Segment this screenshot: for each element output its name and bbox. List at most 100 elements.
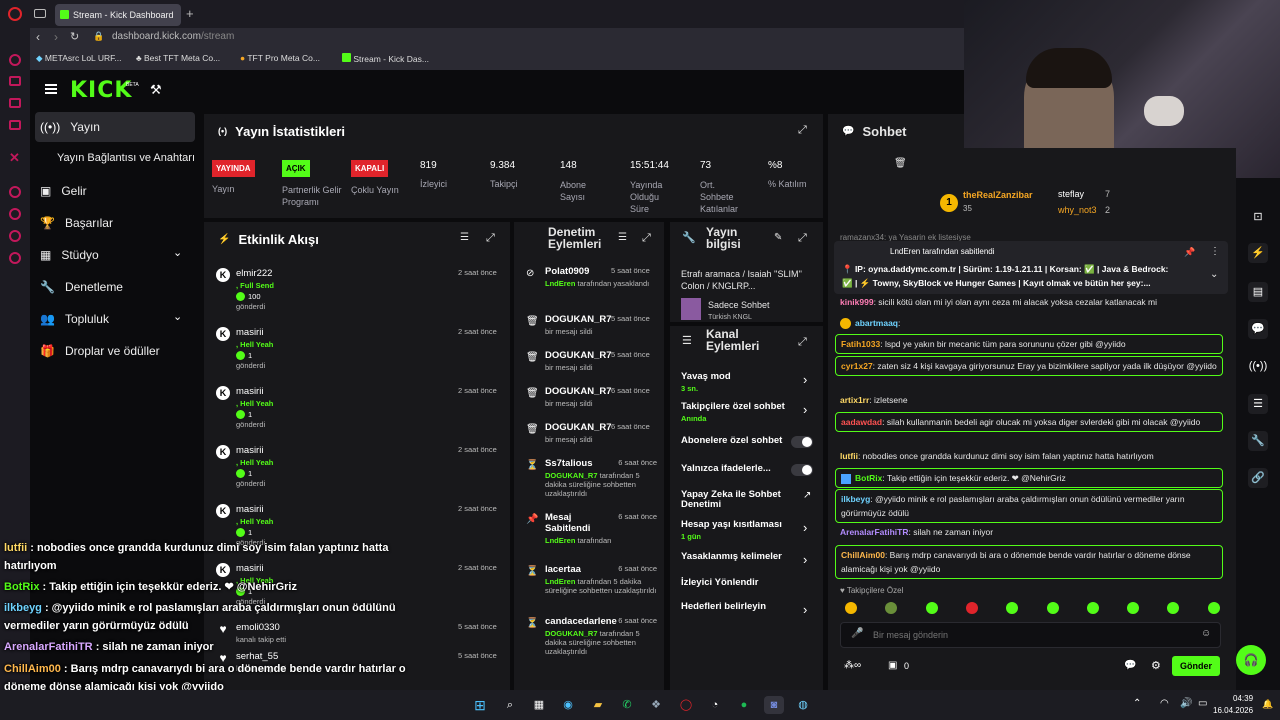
broadcast-rail-icon[interactable]: ((•)) <box>1248 356 1268 376</box>
chat-message[interactable]: ilkbeyg: @yyiido minik e rol paslamışlar… <box>835 489 1223 523</box>
leader-name[interactable]: steflay <box>1058 189 1084 199</box>
chevron-down-icon[interactable]: ⌄ <box>1210 269 1218 280</box>
chat-bubble-icon[interactable]: 💬 <box>1124 660 1136 671</box>
moderator-name[interactable]: LndEren <box>545 536 575 545</box>
chat-message[interactable]: BotRix: Takip ettiğin için teşekkür eder… <box>835 468 1223 488</box>
chat-username[interactable]: kinik999 <box>840 297 874 307</box>
chat-message[interactable]: ArenalarFatihiTR: silah ne zaman iniyor <box>840 525 1224 539</box>
discord-icon[interactable]: ◙ <box>764 696 784 714</box>
chat-username[interactable]: abartmaaq <box>855 318 898 328</box>
emote-icon[interactable] <box>1207 602 1220 614</box>
chat-tools-icon[interactable]: ⁂∞ <box>844 660 861 671</box>
activity-user[interactable]: masirii <box>236 327 263 338</box>
expand-icon[interactable]: ⤢ <box>486 232 495 245</box>
link-rail-icon[interactable]: 🔗 <box>1248 468 1268 488</box>
chat-username[interactable]: BotRix <box>855 473 882 483</box>
moderator-name[interactable]: DOGUKAN_R7 <box>545 471 598 480</box>
chat-message[interactable]: artix1rr: izletsene <box>840 393 1224 407</box>
tab-stream-dashboard[interactable]: Stream - Kick Dashboard <box>55 4 181 26</box>
search-icon[interactable]: ⌕ <box>500 696 520 714</box>
sidebar-item-basarilar[interactable]: 🏆 Başarılar <box>40 216 113 230</box>
activity-user[interactable]: masirii <box>236 504 263 515</box>
forward-icon[interactable]: › <box>54 30 58 44</box>
sidebar-red-icon[interactable] <box>9 186 21 198</box>
tray-chevron-icon[interactable]: ⌃ <box>1133 698 1141 709</box>
chat-message[interactable]: cyr1x27: zaten siz 4 kişi kavgaya giriyo… <box>835 356 1223 376</box>
sidebar-item-topluluk[interactable]: 👥 Topluluk <box>40 312 109 326</box>
sidebar-red-icon[interactable] <box>9 208 21 220</box>
channel-action-item[interactable]: Yasaklanmış kelimeler › <box>681 552 816 576</box>
sidebar-red-icon[interactable] <box>9 76 21 86</box>
gear-icon[interactable]: ⚙ <box>1151 659 1161 672</box>
sidebar-item-denetleme[interactable]: 🔧 Denetleme <box>40 280 123 294</box>
chat-message[interactable]: Fatih1033: lspd ye yakın bir mecanic tüm… <box>835 334 1223 354</box>
sidebar-red-icon[interactable] <box>9 120 21 130</box>
record-icon[interactable]: ⊡ <box>1248 207 1268 227</box>
activity-user[interactable]: serhat_55 <box>236 651 278 662</box>
toggle-switch[interactable] <box>791 464 813 476</box>
opera-icon[interactable]: ◯ <box>676 696 696 714</box>
channel-action-item[interactable]: Hesap yaşı kısıtlaması 1 gün › <box>681 520 816 544</box>
emote-icon[interactable] <box>965 602 978 614</box>
spotify-icon[interactable]: ● <box>734 696 754 714</box>
chevron-down-icon[interactable]: ⌄ <box>173 310 182 323</box>
filter-icon[interactable]: ☰ <box>460 232 469 243</box>
chevron-right-icon[interactable]: › <box>803 372 807 387</box>
folder-icon[interactable]: ▰ <box>588 696 608 714</box>
sidebar-item-gelir[interactable]: ▣ Gelir <box>40 184 87 198</box>
moderation-user[interactable]: candacedarlene <box>545 616 617 627</box>
chat-username[interactable]: ArenalarFatihiTR <box>840 527 909 537</box>
filter-icon[interactable]: ☰ <box>618 232 627 243</box>
sidebar-item-yayin-row[interactable]: ((•)) Yayın <box>40 120 100 134</box>
chevron-right-icon[interactable]: › <box>803 552 807 567</box>
sidebar-red-icon[interactable] <box>9 98 21 108</box>
bookmark-0[interactable]: ◆ METAsrc LoL URF... <box>36 53 121 64</box>
bookmark-1[interactable]: ♣ Best TFT Meta Co... <box>136 53 220 63</box>
moderator-name[interactable]: LndEren <box>545 577 575 586</box>
x-icon[interactable]: ✕ <box>9 150 20 166</box>
edge-icon[interactable]: ◉ <box>558 696 578 714</box>
activity-user[interactable]: elmir222 <box>236 268 272 279</box>
moderation-user[interactable]: DOGUKAN_R7 <box>545 386 612 397</box>
sidebar-item-studyo[interactable]: ▦ Stüdyo <box>40 248 99 262</box>
chat-username[interactable]: ilkbeyg <box>841 494 870 504</box>
channel-action-item[interactable]: Takipçilere özel sohbet Anında › <box>681 402 816 426</box>
channel-action-item[interactable]: Yalnızca ifadelerle... <box>681 464 816 488</box>
chat-input[interactable] <box>873 628 1193 642</box>
chat-input-box[interactable]: 🎤 ☺ <box>840 622 1221 648</box>
emote-icon[interactable] <box>925 602 938 614</box>
channel-action-item[interactable]: Hedefleri belirleyin › <box>681 602 816 626</box>
browser-icon[interactable]: ◍ <box>793 696 813 714</box>
volume-icon[interactable]: 🔊 <box>1180 698 1192 709</box>
moderation-user[interactable]: DOGUKAN_R7 <box>545 422 612 433</box>
chat-message[interactable]: ChillAim00: Barış mdrp canavarıydı bi ar… <box>835 545 1223 579</box>
chevron-right-icon[interactable]: › <box>803 520 807 535</box>
firefox-icon[interactable] <box>8 7 22 21</box>
obs-icon[interactable]: ◔ <box>705 696 725 714</box>
chat-username[interactable]: cyr1x27 <box>841 361 873 371</box>
moderation-user[interactable]: DOGUKAN_R7 <box>545 314 612 325</box>
list-rail-icon[interactable]: ☰ <box>1248 394 1268 414</box>
sidebar-red-icon[interactable] <box>9 252 21 264</box>
activity-user[interactable]: masirii <box>236 445 263 456</box>
chat-username[interactable]: lutfii <box>840 451 858 461</box>
chat-username[interactable]: ChillAim00 <box>841 550 885 560</box>
app-icon[interactable]: ❖ <box>646 696 666 714</box>
channel-action-item[interactable]: Abonelere özel sohbet <box>681 436 816 460</box>
external-link-icon[interactable]: ↗ <box>803 490 811 501</box>
moderator-name[interactable]: DOGUKAN_R7 <box>545 629 598 638</box>
mic-icon[interactable]: 🎤 <box>851 628 863 639</box>
activity-user[interactable]: masirii <box>236 563 263 574</box>
trash-icon[interactable]: 🗑 <box>894 158 907 169</box>
moderator-name[interactable]: LndEren <box>545 279 575 288</box>
expand-icon[interactable]: ⤢ <box>798 232 807 245</box>
support-button[interactable]: 🎧 <box>1236 645 1266 675</box>
more-icon[interactable]: ⋮ <box>1210 246 1220 257</box>
chat-username[interactable]: aadawdad <box>841 417 882 427</box>
leader-name[interactable]: why_not3 <box>1058 205 1097 215</box>
emote-icon[interactable] <box>1046 602 1059 614</box>
chat-message[interactable]: aadawdad: silah kullanmanin bedeli agir … <box>835 412 1223 432</box>
moderation-user[interactable]: DOGUKAN_R7 <box>545 350 612 361</box>
kick-logo[interactable]: KICK <box>70 78 132 103</box>
emote-icon[interactable] <box>1127 602 1140 614</box>
